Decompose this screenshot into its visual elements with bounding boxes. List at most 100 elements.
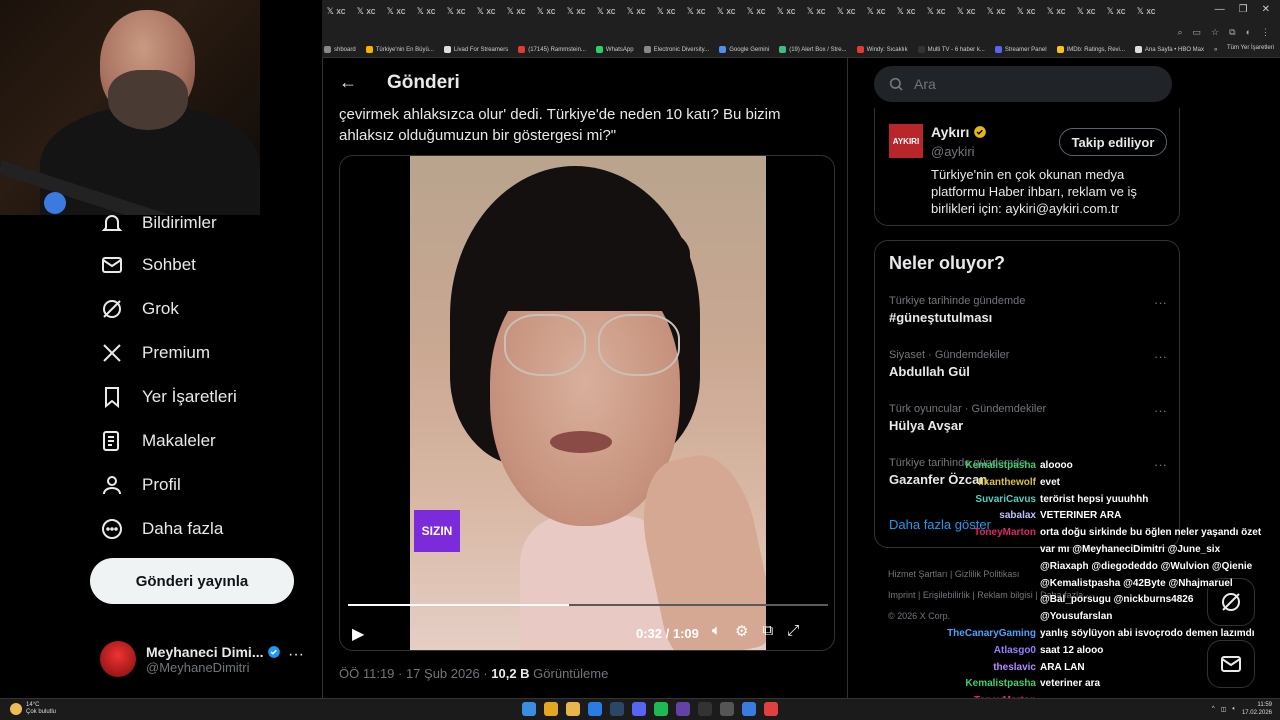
browser-tab[interactable]: 𝕏 xc bbox=[742, 2, 770, 20]
browser-tab[interactable]: 𝕏 xc bbox=[892, 2, 920, 20]
browser-tab[interactable]: 𝕏 xc bbox=[712, 2, 740, 20]
close-window-icon[interactable]: ✕ bbox=[1262, 4, 1270, 15]
browser-tab[interactable]: 𝕏 xc bbox=[682, 2, 710, 20]
browser-tab[interactable]: 𝕏 xc bbox=[562, 2, 590, 20]
bookmark-item[interactable]: IMDb: Ratings, Revi... bbox=[1056, 46, 1125, 53]
all-bookmarks[interactable]: Tüm Yer İşaretleri bbox=[1227, 45, 1274, 51]
bookmark-item[interactable]: Multi TV - 6 haber k... bbox=[917, 46, 985, 53]
profile-icon[interactable]: ◐ bbox=[1246, 27, 1251, 37]
bookmark-item[interactable]: Windy: Sıcaklık bbox=[856, 46, 908, 53]
browser-tab[interactable]: 𝕏 xc bbox=[442, 2, 470, 20]
nav-chat[interactable]: Sohbet bbox=[100, 253, 196, 277]
trend-item[interactable]: Türk oyuncular · Gündemdekiler Hülya Avş… bbox=[889, 403, 1167, 433]
browser-tab[interactable]: 𝕏 xc bbox=[952, 2, 980, 20]
browser-tab[interactable]: 𝕏 xc bbox=[1072, 2, 1100, 20]
browser-tab[interactable]: 𝕏 xc bbox=[382, 2, 410, 20]
bookmark-item[interactable]: Livad For Streamers bbox=[443, 46, 508, 53]
browser-tab[interactable]: 𝕏 xc bbox=[1012, 2, 1040, 20]
browser-tab[interactable]: 𝕏 xc bbox=[412, 2, 440, 20]
chat-message: @Bal_porsugu @nickburns4826 bbox=[1040, 594, 1194, 606]
browser-tab[interactable]: 𝕏 xc bbox=[502, 2, 530, 20]
trend-item[interactable]: Türkiye tarihinde gündemde #güneştutulma… bbox=[889, 295, 1167, 325]
nav-profile[interactable]: Profil bbox=[100, 473, 181, 497]
bookmark-item[interactable]: WhatsApp bbox=[595, 46, 634, 53]
folder-icon[interactable] bbox=[566, 702, 580, 716]
bookmark-item[interactable]: (17145) Rammstein... bbox=[518, 46, 586, 53]
browser-tab[interactable]: 𝕏 xc bbox=[622, 2, 650, 20]
volume-icon[interactable]: 🔈︎ bbox=[1232, 706, 1236, 713]
discord-icon[interactable] bbox=[632, 702, 646, 716]
extensions-icon[interactable]: ⧉ bbox=[1229, 27, 1235, 38]
app-icon[interactable] bbox=[720, 702, 734, 716]
search-input[interactable]: Ara bbox=[874, 66, 1172, 102]
browser-tab[interactable]: 𝕏 xc bbox=[772, 2, 800, 20]
start-icon[interactable] bbox=[522, 702, 536, 716]
app-icon[interactable] bbox=[742, 702, 756, 716]
bookmarks-overflow[interactable]: » bbox=[1214, 47, 1217, 53]
bookmark-item[interactable]: Ana Sayfa • HBO Max bbox=[1134, 46, 1204, 53]
minimize-icon[interactable]: — bbox=[1215, 4, 1225, 15]
steam-icon[interactable] bbox=[610, 702, 624, 716]
account-switcher[interactable]: Meyhaneci Dimi... @MeyhaneDimitri ··· bbox=[100, 636, 310, 682]
bookmark-item[interactable]: Türkiye'nin En Büyü... bbox=[365, 46, 434, 53]
restore-icon[interactable]: ❐ bbox=[1239, 4, 1248, 15]
post-button[interactable]: Gönderi yayınla bbox=[90, 558, 294, 604]
bookmark-item[interactable]: (19) Alert Box / Stre... bbox=[779, 46, 847, 53]
chrome-icon[interactable] bbox=[544, 702, 558, 716]
more-icon[interactable]: ··· bbox=[288, 646, 304, 664]
browser-tab[interactable]: 𝕏 xc bbox=[592, 2, 620, 20]
play-icon[interactable]: ▶ bbox=[352, 624, 364, 644]
browser-tab[interactable]: 𝕏 xc bbox=[532, 2, 560, 20]
app-icon[interactable] bbox=[676, 702, 690, 716]
bookmark-item[interactable]: Google Gemini bbox=[719, 46, 769, 53]
browser-tab[interactable]: 𝕏 xc bbox=[1102, 2, 1130, 20]
cast-icon[interactable]: ▭ bbox=[1193, 27, 1202, 38]
nav-bookmarks[interactable]: Yer İşaretleri bbox=[100, 385, 237, 409]
spotify-icon[interactable] bbox=[654, 702, 668, 716]
browser-tab[interactable]: 𝕏 xc bbox=[472, 2, 500, 20]
browser-tab[interactable]: 𝕏 xc bbox=[322, 2, 350, 20]
tray-arrow-icon[interactable]: ^ bbox=[1212, 706, 1215, 712]
browser-tab[interactable]: 𝕏 xc bbox=[982, 2, 1010, 20]
zoom-icon[interactable]: ⌕ bbox=[1177, 27, 1182, 38]
bookmark-item[interactable]: shboard bbox=[324, 46, 356, 53]
nav-grok[interactable]: Grok bbox=[100, 297, 179, 321]
app-icon[interactable] bbox=[764, 702, 778, 716]
video-progress-bar[interactable] bbox=[348, 604, 828, 606]
video-player[interactable]: SIZIN ▶ 0:32 / 1:09 🔈︎ ⚙︎ ⧉ ⤢ bbox=[339, 155, 835, 651]
app-icon[interactable] bbox=[698, 702, 712, 716]
account-name-row[interactable]: Aykırı bbox=[931, 124, 987, 140]
menu-icon[interactable]: ⋮ bbox=[1261, 27, 1270, 38]
weather-widget[interactable]: 14°C Çok bulutlu bbox=[10, 702, 56, 716]
browser-tab[interactable]: 𝕏 xc bbox=[802, 2, 830, 20]
more-icon[interactable]: ··· bbox=[1154, 349, 1167, 364]
nav-premium[interactable]: Premium bbox=[100, 341, 210, 365]
nav-articles[interactable]: Makaleler bbox=[100, 429, 216, 453]
browser-tab[interactable]: 𝕏 xc bbox=[922, 2, 950, 20]
browser-tab[interactable]: 𝕏 xc bbox=[1132, 2, 1160, 20]
browser-tab[interactable]: 𝕏 xc bbox=[652, 2, 680, 20]
nav-label: Makaleler bbox=[142, 431, 216, 450]
bookmark-item[interactable]: Electronic Diversity... bbox=[643, 46, 709, 53]
trend-item[interactable]: Siyaset · Gündemdekiler Abdullah Gül ··· bbox=[889, 349, 1167, 379]
fullscreen-icon[interactable]: ⤢ bbox=[787, 622, 799, 640]
network-icon[interactable]: ◫ bbox=[1221, 706, 1227, 713]
clock[interactable]: 11:59 17.02.2026 bbox=[1242, 701, 1272, 717]
following-button[interactable]: Takip ediliyor bbox=[1059, 128, 1167, 156]
nav-notifications[interactable]: Bildirimler bbox=[100, 211, 217, 235]
browser-tab[interactable]: 𝕏 xc bbox=[862, 2, 890, 20]
browser-tab[interactable]: 𝕏 xc bbox=[832, 2, 860, 20]
browser-tab[interactable]: 𝕏 xc bbox=[1042, 2, 1070, 20]
app-icon[interactable] bbox=[588, 702, 602, 716]
pip-icon[interactable]: ⧉ bbox=[762, 622, 773, 640]
more-icon[interactable]: ··· bbox=[1154, 295, 1167, 310]
star-icon[interactable]: ☆ bbox=[1211, 27, 1219, 38]
bookmark-item[interactable]: Streamer Panel bbox=[994, 46, 1047, 53]
browser-tab[interactable]: 𝕏 xc bbox=[352, 2, 380, 20]
volume-icon[interactable]: 🔈︎ bbox=[712, 622, 721, 640]
settings-icon[interactable]: ⚙︎ bbox=[735, 622, 748, 640]
more-icon[interactable]: ··· bbox=[1154, 403, 1167, 418]
nav-more[interactable]: Daha fazla bbox=[100, 517, 223, 541]
back-arrow-icon[interactable]: ← bbox=[339, 72, 357, 93]
tweet-timestamp[interactable]: ÖÖ 11:19 · 17 Şub 2026 · bbox=[339, 666, 491, 681]
